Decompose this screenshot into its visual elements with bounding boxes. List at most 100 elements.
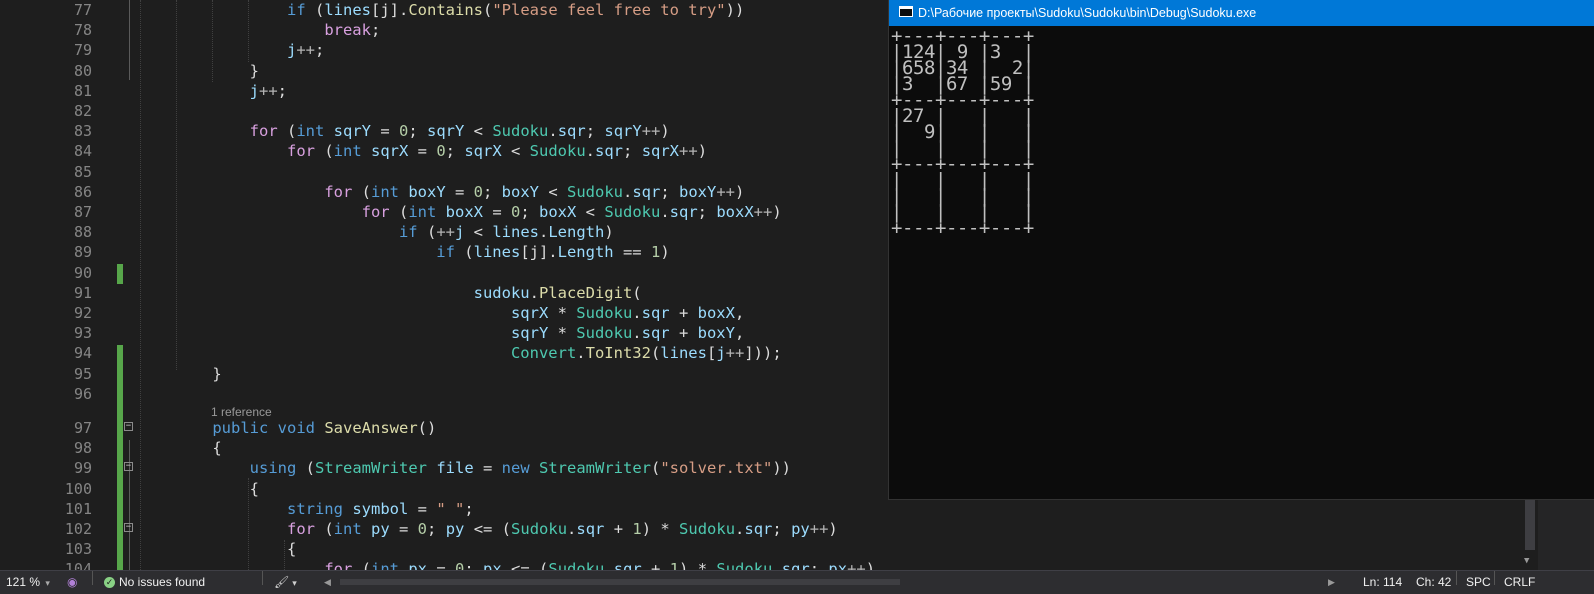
code-token: Length <box>557 243 614 261</box>
code-token: for <box>286 520 315 538</box>
code-line[interactable]: 78 break; <box>0 20 900 40</box>
code-token: int <box>333 520 362 538</box>
code-token: int <box>333 142 362 160</box>
code-token: < <box>576 203 605 221</box>
char-indicator[interactable]: Ch: 42 <box>1416 571 1451 593</box>
code-line[interactable]: 91 sudoku.PlaceDigit( <box>0 283 900 303</box>
status-bar: 121 % ▾ ◉ ✓ No issues found 🖌 ▾ ◀ ▶ Ln: 11… <box>0 570 1594 594</box>
line-number: 78 <box>73 21 92 39</box>
code-token: , <box>734 304 745 322</box>
code-line[interactable]: 82 <box>0 101 900 121</box>
code-token: ) <box>697 142 708 160</box>
code-line[interactable]: 101 string symbol = " "; <box>0 499 900 519</box>
code-line[interactable]: 87 for (int boxX = 0; boxX < Sudoku.sqr;… <box>0 202 900 222</box>
code-line[interactable]: 102 for (int py = 0; py <= (Sudoku.sqr +… <box>0 519 900 539</box>
issues-indicator[interactable]: ✓ No issues found <box>104 571 205 593</box>
code-line[interactable]: 100 { <box>0 479 900 499</box>
scroll-down-icon[interactable]: ▼ <box>1524 556 1529 566</box>
code-line[interactable]: 86 for (int boxY = 0; boxY < Sudoku.sqr;… <box>0 182 900 202</box>
line-indicator[interactable]: Ln: 114 <box>1363 571 1402 593</box>
code-token: ; <box>464 500 474 518</box>
code-token: boxX <box>445 203 483 221</box>
fold-collapse-icon[interactable]: − <box>124 422 133 431</box>
scroll-right-icon[interactable]: ▶ <box>1328 571 1335 593</box>
console-title-bar[interactable]: D:\Рабочие проекты\Sudoku\Sudoku\bin\Deb… <box>889 0 1594 26</box>
code-line[interactable]: 89 if (lines[j].Length == 1) <box>0 242 900 262</box>
whitespace-indicator[interactable]: SPC <box>1466 571 1491 593</box>
code-token: ) <box>660 243 670 261</box>
code-token: sqr <box>557 122 586 140</box>
code-token: + <box>669 324 698 342</box>
code-token: public <box>212 419 269 437</box>
fold-collapse-icon[interactable]: − <box>124 523 133 532</box>
copilot-icon[interactable]: ◉ <box>67 571 77 593</box>
line-number: 81 <box>73 82 92 100</box>
divider <box>92 571 93 585</box>
code-token: . <box>529 284 539 302</box>
horizontal-scrollbar-thumb[interactable] <box>340 579 900 585</box>
code-token: py <box>791 520 810 538</box>
code-line[interactable]: 88 if (++j < lines.Length) <box>0 222 900 242</box>
code-line[interactable]: 85 <box>0 162 900 182</box>
code-text: j++; <box>175 81 287 101</box>
code-token: sqrX <box>464 142 502 160</box>
code-token: ( <box>650 459 661 477</box>
code-line[interactable]: 103 { <box>0 539 900 559</box>
scrollbar-thumb[interactable] <box>1525 500 1535 550</box>
code-text: { <box>175 539 296 559</box>
code-token: = <box>427 560 455 570</box>
code-text: { <box>175 438 221 458</box>
code-token: . <box>632 324 642 342</box>
code-line[interactable]: 92 sqrX * Sudoku.sqr + boxX, <box>0 303 900 323</box>
fold-collapse-icon[interactable]: − <box>124 462 133 471</box>
scroll-left-icon[interactable]: ◀ <box>324 571 331 593</box>
code-line[interactable]: 96 <box>0 384 900 404</box>
line-ending-indicator[interactable]: CRLF <box>1504 571 1535 593</box>
codelens-references[interactable]: 1 reference <box>211 405 272 419</box>
code-token: int <box>370 560 399 570</box>
code-line[interactable]: 99 using (StreamWriter file = new Stream… <box>0 458 900 478</box>
code-line[interactable]: 81 j++; <box>0 81 900 101</box>
code-token: boxY <box>679 183 717 201</box>
code-token: Sudoku <box>492 122 549 140</box>
code-token: ++ <box>809 520 829 538</box>
code-token: 1 <box>632 520 642 538</box>
code-line[interactable]: 98 { <box>0 438 900 458</box>
code-line[interactable]: 93 sqrY * Sudoku.sqr + boxY, <box>0 323 900 343</box>
code-line[interactable]: 77 if (lines[j].Contains("Please feel fr… <box>0 0 900 20</box>
line-number: 92 <box>73 304 92 322</box>
code-token: StreamWriter <box>315 459 427 477</box>
line-number: 87 <box>73 203 92 221</box>
code-line[interactable]: 90 <box>0 263 900 283</box>
code-token: ; <box>697 203 717 221</box>
code-token: ; <box>585 122 605 140</box>
code-token: sudoku <box>473 284 530 302</box>
code-line[interactable]: 84 for (int sqrX = 0; sqrX < Sudoku.sqr;… <box>0 141 900 161</box>
code-token: Sudoku <box>511 520 568 538</box>
code-line[interactable]: 95 } <box>0 364 900 384</box>
code-line[interactable]: 104 for (int px = 0; px <= (Sudoku.sqr +… <box>0 559 900 570</box>
horizontal-scrollbar[interactable]: ◀ ▶ <box>300 571 1340 593</box>
code-token: lines <box>324 1 371 19</box>
code-token: ; <box>464 560 484 570</box>
line-number: 95 <box>73 365 92 383</box>
code-line[interactable]: 83 for (int sqrY = 0; sqrY < Sudoku.sqr;… <box>0 121 900 141</box>
code-line[interactable]: 79 j++; <box>0 40 900 60</box>
code-token: } <box>175 365 222 383</box>
code-token: < <box>501 142 530 160</box>
code-line[interactable]: 94 Convert.ToInt32(lines[j++])); <box>0 343 900 363</box>
zoom-level[interactable]: 121 % ▾ <box>6 571 50 594</box>
console-window[interactable]: D:\Рабочие проекты\Sudoku\Sudoku\bin\Deb… <box>888 0 1594 500</box>
code-cleanup-icon[interactable]: 🖌 ▾ <box>274 571 297 594</box>
code-token: ( <box>305 1 325 19</box>
code-line[interactable]: 97 public void SaveAnswer() − <box>0 418 900 438</box>
code-line[interactable]: 80 } <box>0 61 900 81</box>
